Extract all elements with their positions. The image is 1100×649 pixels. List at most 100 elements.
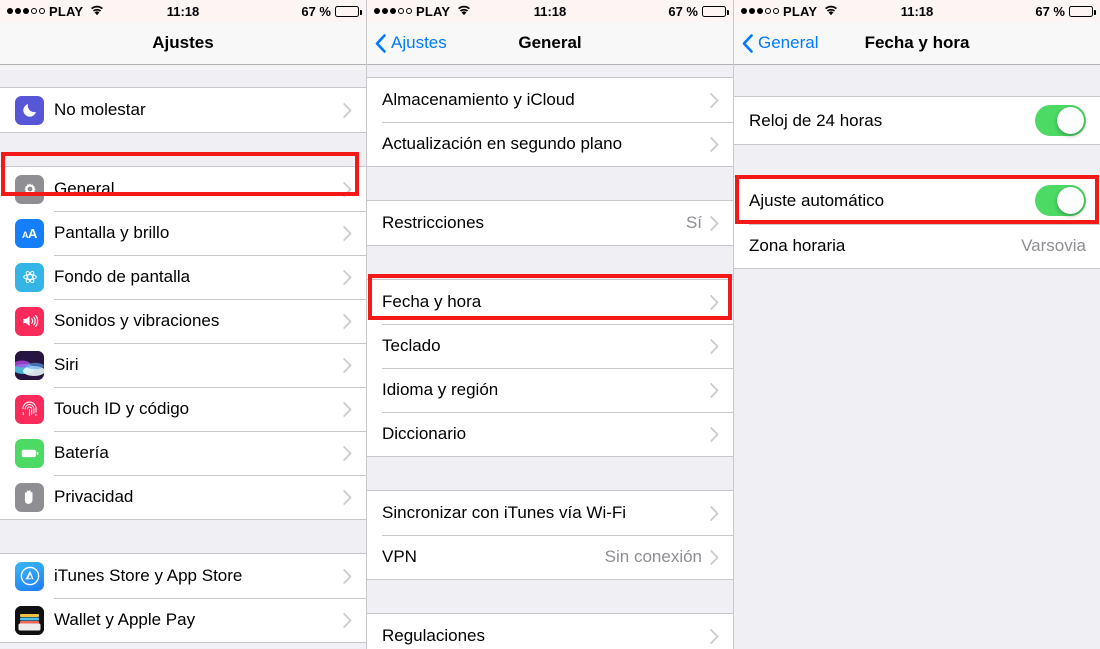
chevron-right-icon bbox=[343, 181, 352, 197]
back-button-general[interactable]: General bbox=[734, 33, 818, 53]
sidebar-item-bateria[interactable]: Batería bbox=[0, 431, 366, 475]
sidebar-item-label: Sonidos y vibraciones bbox=[54, 311, 220, 330]
status-bar-left: PLAY bbox=[741, 4, 838, 19]
sidebar-item-no-molestar[interactable]: No molestar bbox=[0, 88, 366, 132]
settings-list-ajustes[interactable]: No molestar General AA Pantalla y brillo bbox=[0, 65, 366, 649]
sidebar-item-privacidad[interactable]: Privacidad bbox=[0, 475, 366, 519]
group-separator-1 bbox=[0, 133, 366, 166]
list-item-restricciones[interactable]: Restricciones Sí bbox=[367, 201, 733, 245]
sidebar-item-itunes-store[interactable]: iTunes Store y App Store bbox=[0, 554, 366, 598]
page-title: Ajustes bbox=[152, 33, 214, 52]
settings-group-5: Regulaciones bbox=[367, 613, 733, 649]
list-item-label: Idioma y región bbox=[382, 380, 499, 399]
sidebar-item-siri[interactable]: Siri bbox=[0, 343, 366, 387]
sidebar-item-pantalla-y-brillo[interactable]: AA Pantalla y brillo bbox=[0, 211, 366, 255]
sidebar-item-label: Siri bbox=[54, 355, 79, 374]
group-separator-3 bbox=[367, 457, 733, 490]
carrier-label: PLAY bbox=[416, 3, 451, 19]
list-item-vpn[interactable]: VPN Sin conexión bbox=[367, 535, 733, 579]
toggle-reloj-24-horas[interactable] bbox=[1035, 105, 1086, 136]
chevron-right-icon bbox=[343, 612, 352, 628]
chevron-right-icon bbox=[343, 357, 352, 373]
chevron-right-icon bbox=[710, 382, 719, 398]
carrier-label: PLAY bbox=[49, 3, 84, 19]
list-item-label: Diccionario bbox=[382, 424, 467, 443]
back-button-label: Ajustes bbox=[391, 33, 447, 52]
list-item-sincronizar-itunes-wifi[interactable]: Sincronizar con iTunes vía Wi-Fi bbox=[367, 491, 733, 535]
toggle-ajuste-automatico[interactable] bbox=[1035, 185, 1086, 216]
sidebar-item-label: Touch ID y código bbox=[54, 399, 190, 418]
status-bar-right: 67 % bbox=[1035, 3, 1096, 19]
settings-list-general[interactable]: Almacenamiento y iCloud Actualización en… bbox=[367, 65, 733, 649]
chevron-right-icon bbox=[343, 489, 352, 505]
list-item-label: Teclado bbox=[382, 336, 441, 355]
list-item-regulaciones[interactable]: Regulaciones bbox=[367, 614, 733, 649]
list-item-almacenamiento-icloud[interactable]: Almacenamiento y iCloud bbox=[367, 78, 733, 122]
display-brightness-icon: AA bbox=[15, 218, 44, 248]
carrier-label: PLAY bbox=[783, 3, 818, 19]
settings-group-2: General AA Pantalla y brillo Fondo de pa… bbox=[0, 166, 366, 520]
sidebar-item-general[interactable]: General bbox=[0, 167, 366, 211]
chevron-right-icon bbox=[343, 102, 352, 118]
list-item-reloj-24-horas[interactable]: Reloj de 24 horas bbox=[734, 97, 1100, 144]
wifi-icon bbox=[90, 4, 104, 19]
sidebar-item-label: Pantalla y brillo bbox=[54, 223, 170, 242]
battery-percent-label: 67 % bbox=[668, 3, 698, 19]
chevron-right-icon bbox=[710, 505, 719, 521]
sidebar-item-label: Batería bbox=[54, 443, 109, 462]
battery-percent-label: 67 % bbox=[1035, 3, 1065, 19]
list-item-label: Actualización en segundo plano bbox=[382, 134, 623, 153]
list-item-fecha-y-hora[interactable]: Fecha y hora bbox=[367, 280, 733, 324]
status-bar-right: 67 % bbox=[668, 3, 729, 19]
sidebar-item-touch-id-y-codigo[interactable]: Touch ID y código bbox=[0, 387, 366, 431]
settings-group-2: Restricciones Sí bbox=[367, 200, 733, 246]
group-separator-1 bbox=[734, 145, 1100, 176]
list-item-ajuste-automatico[interactable]: Ajuste automático bbox=[734, 177, 1100, 224]
sidebar-item-fondo-de-pantalla[interactable]: Fondo de pantalla bbox=[0, 255, 366, 299]
list-item-actualizacion-segundo-plano[interactable]: Actualización en segundo plano bbox=[367, 122, 733, 166]
sidebar-item-label: Wallet y Apple Pay bbox=[54, 610, 196, 629]
three-panel-screenshot: PLAY 11:18 67 % Ajustes Centro de contro… bbox=[0, 0, 1100, 649]
chevron-right-icon bbox=[343, 568, 352, 584]
group-separator-1 bbox=[367, 167, 733, 200]
wallpaper-icon bbox=[15, 262, 44, 292]
status-bar: PLAY 11:18 67 % bbox=[734, 0, 1100, 22]
signal-strength-icon bbox=[741, 8, 779, 14]
battery-icon bbox=[15, 438, 44, 468]
screen-ajustes: PLAY 11:18 67 % Ajustes Centro de contro… bbox=[0, 0, 367, 649]
status-bar: PLAY 11:18 67 % bbox=[0, 0, 366, 22]
battery-icon bbox=[335, 5, 362, 17]
list-item-label: Zona horaria bbox=[749, 236, 846, 255]
back-button-label: General bbox=[758, 33, 819, 52]
sidebar-item-label: Privacidad bbox=[54, 487, 134, 506]
wallet-icon bbox=[15, 605, 44, 635]
list-item-label: VPN bbox=[382, 547, 417, 566]
chevron-right-icon bbox=[710, 549, 719, 565]
chevron-left-icon bbox=[375, 33, 386, 53]
list-item-label: Almacenamiento y iCloud bbox=[382, 90, 575, 109]
signal-strength-icon bbox=[374, 8, 412, 14]
back-button-ajustes[interactable]: Ajustes bbox=[367, 33, 447, 53]
list-item-value: Varsovia bbox=[1021, 236, 1086, 255]
list-item-diccionario[interactable]: Diccionario bbox=[367, 412, 733, 456]
touch-id-icon bbox=[15, 394, 44, 424]
list-item-teclado[interactable]: Teclado bbox=[367, 324, 733, 368]
sidebar-item-sonidos-y-vibraciones[interactable]: Sonidos y vibraciones bbox=[0, 299, 366, 343]
battery-icon bbox=[1069, 5, 1096, 17]
wifi-icon bbox=[824, 4, 838, 19]
list-item-value: Sí bbox=[685, 213, 702, 232]
chevron-right-icon bbox=[710, 426, 719, 442]
sidebar-item-wallet[interactable]: Wallet y Apple Pay bbox=[0, 598, 366, 642]
screen-general: PLAY 11:18 67 % Ajustes General Almacena… bbox=[367, 0, 734, 649]
list-item-zona-horaria[interactable]: Zona horaria Varsovia bbox=[734, 224, 1100, 268]
chevron-right-icon bbox=[343, 313, 352, 329]
settings-list-fecha-y-hora[interactable]: Reloj de 24 horas Ajuste automático Zona… bbox=[734, 65, 1100, 649]
settings-group-1: Reloj de 24 horas bbox=[734, 96, 1100, 145]
list-item-idioma-y-region[interactable]: Idioma y región bbox=[367, 368, 733, 412]
nav-bar-fecha-y-hora: General Fecha y hora bbox=[734, 22, 1100, 65]
settings-group-2: Ajuste automático Zona horaria Varsovia bbox=[734, 176, 1100, 269]
do-not-disturb-icon bbox=[15, 95, 44, 125]
sounds-icon bbox=[15, 306, 44, 336]
siri-icon bbox=[15, 350, 44, 380]
screen-fecha-y-hora: PLAY 11:18 67 % General Fecha y hora Rel… bbox=[734, 0, 1100, 649]
